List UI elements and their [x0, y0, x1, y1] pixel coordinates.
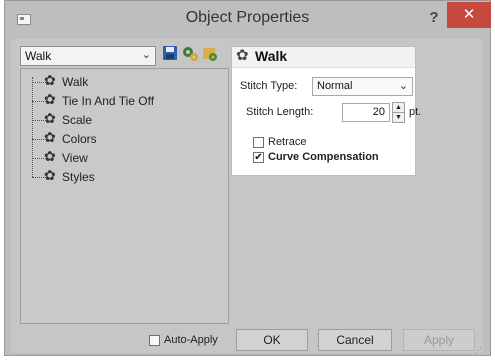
save-icon[interactable]: [161, 45, 179, 65]
ok-button[interactable]: OK: [236, 329, 308, 351]
gear-icon: ✿: [44, 72, 56, 88]
gear-icon: ✿: [44, 91, 56, 107]
tree-item-label: Walk: [62, 75, 89, 89]
title-bar[interactable]: Object Properties ? ✕: [5, 1, 491, 39]
auto-apply-label: Auto-Apply: [164, 334, 218, 346]
close-button[interactable]: ✕: [447, 2, 491, 28]
gear-icon: ✿: [44, 110, 56, 126]
curve-compensation-checkbox[interactable]: ✔: [253, 152, 264, 163]
panel-title: Walk: [255, 48, 288, 64]
resize-grip-icon[interactable]: ⋰: [474, 346, 482, 355]
curve-compensation-label: Curve Compensation: [268, 151, 379, 163]
stitch-type-value: Normal: [317, 80, 353, 92]
stitch-length-input[interactable]: 20: [342, 103, 390, 122]
tree-item-label: View: [62, 151, 88, 165]
tree-item-label: Colors: [62, 132, 97, 146]
spin-up-icon[interactable]: ▲: [393, 103, 404, 113]
object-gear-icon[interactable]: [201, 45, 219, 65]
chevron-down-icon: ⌄: [398, 80, 408, 92]
object-select-value: Walk: [25, 49, 52, 63]
apply-button[interactable]: Apply: [403, 329, 475, 351]
gear-icon: ✿: [44, 129, 56, 145]
tree-item-label: Scale: [62, 113, 93, 127]
close-icon: ✕: [462, 6, 476, 23]
chevron-down-icon: ⌄: [141, 49, 151, 61]
tree-item-label: Tie In And Tie Off: [62, 94, 155, 108]
gear-icon: ✿: [236, 47, 249, 64]
stitch-length-value: 20: [372, 106, 385, 118]
window-title: Object Properties: [185, 9, 310, 26]
walk-properties-panel: ✿ Walk Stitch Type: Normal ⌄ Stitch Leng…: [231, 46, 421, 176]
gears-icon[interactable]: [181, 45, 199, 65]
spin-down-icon[interactable]: ▼: [393, 113, 404, 122]
property-tree: ✿ Walk ✿ Tie In And Tie Off ✿ Scale ✿ Co…: [20, 68, 229, 324]
gear-icon: ✿: [44, 148, 56, 164]
tree-item-label: Styles: [62, 170, 95, 184]
stitch-length-spinner[interactable]: ▲ ▼: [392, 102, 405, 123]
gear-icon: ✿: [44, 167, 56, 183]
help-icon[interactable]: ?: [427, 8, 441, 28]
tree-connector: [32, 77, 33, 177]
retrace-label: Retrace: [268, 136, 307, 148]
cancel-button[interactable]: Cancel: [318, 329, 392, 351]
stitch-length-label: Stitch Length:: [246, 106, 314, 118]
auto-apply-checkbox[interactable]: [149, 335, 160, 346]
stitch-type-select[interactable]: Normal ⌄: [312, 77, 413, 96]
stitch-length-unit: pt.: [409, 106, 422, 118]
object-select[interactable]: Walk ⌄: [20, 46, 156, 66]
stitch-type-label: Stitch Type:: [240, 80, 298, 92]
retrace-checkbox[interactable]: [253, 137, 264, 148]
panel-header: ✿ Walk: [232, 47, 415, 68]
